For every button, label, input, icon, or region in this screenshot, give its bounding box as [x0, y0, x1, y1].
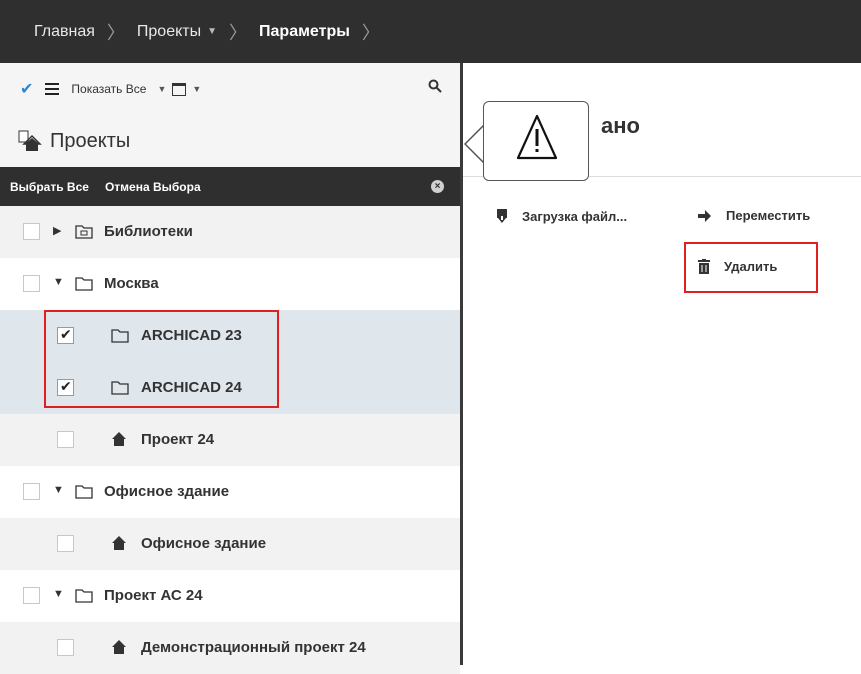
breadcrumb-home[interactable]: Главная [34, 23, 95, 41]
delete-highlight [684, 242, 818, 293]
tree-row-folder[interactable]: ▼ Офисное здание [0, 466, 460, 518]
tree-row-project[interactable]: Проект 24 [0, 414, 460, 466]
panel-toolbar: ✔ Показать Все ▼ ▼ [0, 63, 460, 115]
tree-row-label: Офисное здание [141, 535, 267, 552]
tree-row-label: Библиотеки [104, 223, 193, 240]
library-folder-icon [75, 225, 93, 239]
row-checkbox[interactable] [23, 223, 40, 240]
tree-row-label: Демонстрационный проект 24 [141, 639, 366, 656]
breadcrumb-separator: 〉 [361, 22, 380, 43]
tree-row-folder[interactable]: ▼ Москва [0, 258, 460, 310]
tree-row-label: Москва [104, 275, 159, 292]
upload-file-label: Загрузка файл... [522, 208, 628, 224]
chevron-down-icon[interactable]: ▼ [192, 84, 201, 94]
tree-row-folder[interactable]: ▼ Проект АС 24 [0, 570, 460, 622]
projects-header: Проекты [0, 115, 460, 167]
top-bar: Главная 〉 Проекты ▼ 〉 Параметры 〉 [0, 0, 861, 63]
selection-bar: Выбрать Все Отмена Выбора × [0, 167, 460, 206]
projects-icon [18, 130, 42, 151]
row-checkbox[interactable] [23, 275, 40, 292]
collapse-arrow-icon[interactable]: ▼ [53, 588, 64, 600]
select-all-button[interactable]: Выбрать Все [10, 180, 89, 194]
tree-row-project[interactable]: Демонстрационный проект 24 [0, 622, 460, 674]
selected-items-highlight [44, 310, 279, 408]
row-checkbox[interactable] [23, 587, 40, 604]
calendar-icon[interactable] [172, 82, 187, 96]
list-view-icon[interactable] [45, 83, 60, 95]
tree-row-label: Проект АС 24 [104, 587, 203, 604]
chevron-down-icon[interactable]: ▼ [157, 84, 166, 94]
tree-row-project[interactable]: Офисное здание [0, 518, 460, 570]
chevron-down-icon[interactable]: ▼ [207, 26, 217, 37]
row-checkbox[interactable] [57, 431, 74, 448]
close-icon[interactable]: × [431, 180, 444, 193]
show-all-filter[interactable]: Показать Все [71, 82, 146, 96]
warning-callout [483, 101, 589, 181]
breadcrumb-current[interactable]: Параметры [259, 23, 350, 41]
panel-title: Проекты [50, 129, 131, 152]
selection-title: ано [601, 113, 640, 138]
upload-icon [497, 209, 507, 223]
expand-arrow-icon[interactable]: ▶ [53, 224, 61, 237]
breadcrumb-projects[interactable]: Проекты [137, 23, 201, 41]
row-checkbox[interactable] [57, 639, 74, 656]
cancel-selection-button[interactable]: Отмена Выбора [105, 180, 201, 194]
folder-icon [75, 589, 93, 603]
project-tree: ▶ Библиотеки ▼ Москва ✔ ARCHICAD 23 ✔ AR… [0, 206, 460, 674]
breadcrumb-separator: 〉 [229, 22, 248, 43]
project-house-icon [112, 536, 126, 550]
row-checkbox[interactable] [57, 535, 74, 552]
arrow-right-icon [698, 209, 711, 222]
folder-icon [75, 485, 93, 499]
tree-row-label: Проект 24 [141, 431, 215, 448]
checkmark-icon[interactable]: ✔ [20, 79, 33, 99]
collapse-arrow-icon[interactable]: ▼ [53, 484, 64, 496]
move-button[interactable]: Переместить [698, 208, 810, 223]
upload-file-button[interactable]: Загрузка файл... [496, 208, 627, 224]
tree-row-label: Офисное здание [104, 483, 230, 500]
row-checkbox[interactable] [23, 483, 40, 500]
project-house-icon [112, 640, 126, 654]
warning-icon [516, 114, 558, 160]
collapse-arrow-icon[interactable]: ▼ [53, 276, 64, 288]
move-label: Переместить [726, 208, 811, 223]
search-icon[interactable] [428, 79, 442, 93]
project-house-icon [112, 432, 126, 446]
breadcrumb-separator: 〉 [106, 22, 125, 43]
tree-row-libraries[interactable]: ▶ Библиотеки [0, 206, 460, 258]
folder-icon [75, 277, 93, 291]
